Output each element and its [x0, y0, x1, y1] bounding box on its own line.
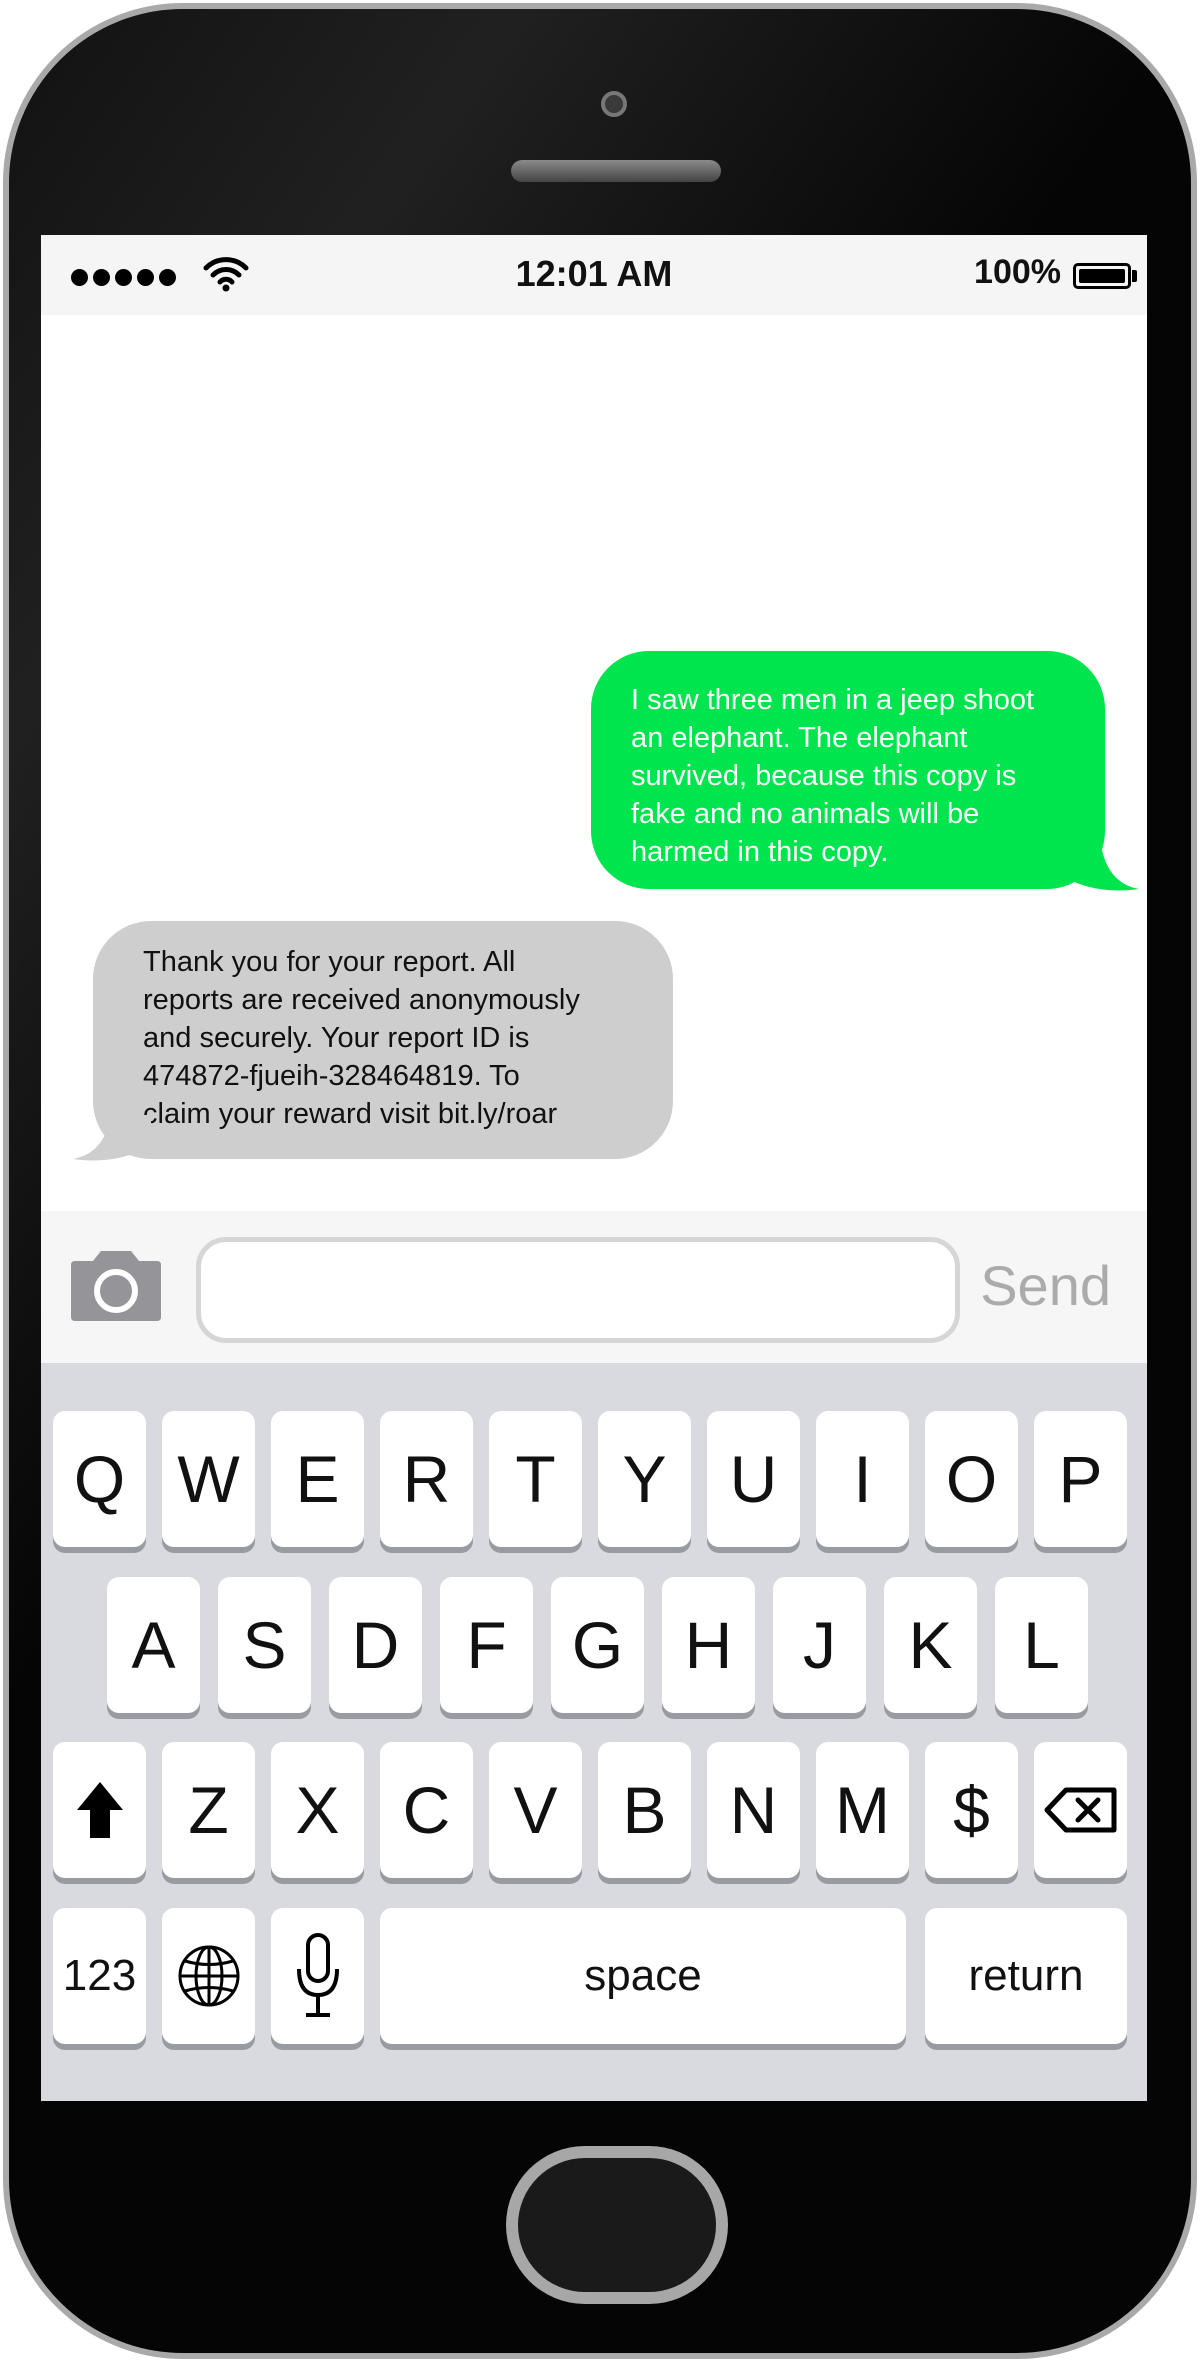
compose-bar: Send: [41, 1211, 1147, 1363]
message-input[interactable]: [196, 1237, 960, 1343]
screen: 12:01 AM 100% I saw three men in a jeep …: [41, 235, 1147, 2101]
status-bar: 12:01 AM 100%: [41, 235, 1147, 315]
key-t[interactable]: T: [489, 1411, 582, 1547]
camera-icon[interactable]: [71, 1249, 161, 1321]
key-o[interactable]: O: [925, 1411, 1018, 1547]
home-button[interactable]: [506, 2146, 728, 2304]
sent-bubble-tail: [1061, 845, 1139, 891]
battery-percent: 100%: [974, 253, 1061, 291]
numbers-key[interactable]: 123: [53, 1908, 146, 2044]
microphone-key[interactable]: [271, 1908, 364, 2044]
key-dollar[interactable]: $: [925, 1742, 1018, 1878]
sent-message-bubble: I saw three men in a jeep shoot an eleph…: [591, 651, 1105, 889]
key-z[interactable]: Z: [162, 1742, 255, 1878]
globe-key[interactable]: [162, 1908, 255, 2044]
key-j[interactable]: J: [773, 1577, 866, 1713]
key-x[interactable]: X: [271, 1742, 364, 1878]
key-h[interactable]: H: [662, 1577, 755, 1713]
home-button-face: [518, 2158, 716, 2292]
key-f[interactable]: F: [440, 1577, 533, 1713]
backspace-icon: [1044, 1787, 1116, 1833]
globe-icon: [178, 1945, 239, 2007]
key-w[interactable]: W: [162, 1411, 255, 1547]
keyboard: Q W E R T Y U I O P A S D F G H J K L Z …: [41, 1363, 1147, 2101]
return-key[interactable]: return: [925, 1908, 1127, 2044]
key-y[interactable]: Y: [598, 1411, 691, 1547]
earpiece-speaker: [511, 160, 721, 182]
key-m[interactable]: M: [816, 1742, 909, 1878]
key-s[interactable]: S: [218, 1577, 311, 1713]
key-a[interactable]: A: [107, 1577, 200, 1713]
key-u[interactable]: U: [707, 1411, 800, 1547]
key-n[interactable]: N: [707, 1742, 800, 1878]
key-v[interactable]: V: [489, 1742, 582, 1878]
key-p[interactable]: P: [1034, 1411, 1127, 1547]
key-q[interactable]: Q: [53, 1411, 146, 1547]
front-camera: [601, 91, 627, 117]
key-e[interactable]: E: [271, 1411, 364, 1547]
key-k[interactable]: K: [884, 1577, 977, 1713]
key-l[interactable]: L: [995, 1577, 1088, 1713]
key-c[interactable]: C: [380, 1742, 473, 1878]
shift-key[interactable]: [53, 1742, 146, 1878]
shift-icon: [76, 1782, 123, 1838]
key-d[interactable]: D: [329, 1577, 422, 1713]
key-i[interactable]: I: [816, 1411, 909, 1547]
space-key[interactable]: space: [380, 1908, 906, 2044]
battery-nub: [1132, 270, 1137, 282]
received-bubble-tail: [73, 1115, 151, 1161]
backspace-key[interactable]: [1034, 1742, 1127, 1878]
received-message-bubble: Thank you for your report. All reports a…: [93, 921, 673, 1159]
battery-full-icon: [1073, 263, 1131, 289]
send-button[interactable]: Send: [980, 1253, 1111, 1318]
microphone-icon: [296, 1933, 339, 2017]
key-r[interactable]: R: [380, 1411, 473, 1547]
key-b[interactable]: B: [598, 1742, 691, 1878]
key-g[interactable]: G: [551, 1577, 644, 1713]
